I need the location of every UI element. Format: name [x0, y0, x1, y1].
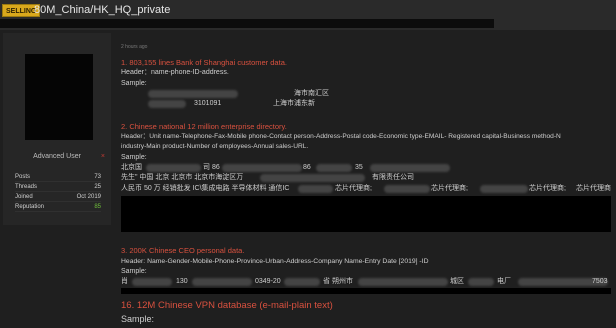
- sample-label: Sample:: [121, 80, 147, 87]
- stat-value: Oct 2019: [76, 194, 101, 200]
- sample-text: 130: [176, 278, 188, 285]
- stat-row-posts: Posts 73: [15, 172, 101, 182]
- stat-row-joined: Joined Oct 2019: [15, 192, 101, 202]
- redacted-text: [480, 185, 528, 193]
- user-stats: Posts 73 Threads 25 Joined Oct 2019 Repu…: [15, 172, 101, 212]
- section-heading: 16. 12M Chinese VPN database (e-mail-pla…: [121, 300, 333, 311]
- stat-value[interactable]: 85: [94, 202, 101, 211]
- redacted-text: [370, 164, 450, 172]
- redacted-text: [222, 164, 302, 172]
- redacted-text: [384, 185, 430, 193]
- redacted-text: [298, 185, 333, 193]
- redaction-box: [121, 196, 611, 232]
- avatar[interactable]: [25, 54, 93, 140]
- sample-text: 7503: [592, 278, 608, 285]
- sample-text: 86: [303, 164, 311, 171]
- redacted-text: [316, 164, 352, 172]
- section-heading: 2. Chinese national 12 million enterpris…: [121, 122, 287, 131]
- post-body: 2 hours ago 1. 803,155 lines Bank of Sha…: [118, 42, 616, 328]
- redacted-text: [358, 278, 448, 286]
- sample-text: 电厂: [497, 278, 511, 285]
- stat-label: Reputation: [15, 204, 45, 210]
- sample-text: 有限责任公司: [372, 174, 414, 181]
- section-heading: 1. 803,155 lines Bank of Shanghai custom…: [121, 58, 287, 67]
- stat-row-reputation: Reputation 85: [15, 202, 101, 212]
- sample-text: 先生" 中国 北京 北京市 北京市海淀区万: [121, 174, 244, 181]
- sample-text: 肖: [121, 278, 128, 285]
- sample-text: 芯片代理商: [576, 185, 611, 192]
- user-rank: Advanced User: [33, 153, 81, 160]
- sample-text: 芯片代理商;: [431, 185, 468, 192]
- stat-value: 25: [94, 184, 101, 190]
- redacted-text: [148, 100, 186, 108]
- sample-label: Sample:: [121, 154, 147, 161]
- sample-text: 海市南汇区: [294, 90, 329, 97]
- section-header: Header：name-phone-ID-address.: [121, 69, 229, 76]
- redacted-text: [260, 174, 365, 182]
- stat-label: Threads: [15, 184, 38, 190]
- thread-header-bar: SELLING 80M_China/HK_HQ_private: [0, 0, 616, 30]
- section-header: Header：Unit name-Telephone-Fax-Mobile ph…: [121, 133, 561, 140]
- redacted-text: [284, 278, 320, 286]
- sample-text: 城区: [450, 278, 464, 285]
- thread-title[interactable]: 80M_China/HK_HQ_private: [34, 3, 170, 18]
- sample-text: 人民币 50 万 经销批发 IC\集成电路 半导体材料 通信IC: [121, 185, 290, 192]
- stat-label: Joined: [15, 194, 33, 200]
- sample-text: 芯片代理商;: [529, 185, 566, 192]
- section-header: Header: Name-Gender-Mobile-Phone-Provinc…: [121, 258, 429, 265]
- redacted-text: [468, 278, 494, 286]
- sample-text: 芯片代理商;: [335, 185, 372, 192]
- section-heading: 3. 200K Chinese CEO personal data.: [121, 246, 245, 255]
- user-sidebar: Advanced User × Posts 73 Threads 25 Join…: [3, 33, 111, 225]
- stat-value: 73: [94, 174, 101, 180]
- sample-text: 司 86: [203, 164, 220, 171]
- sample-text: 0349-20: [255, 278, 281, 285]
- redacted-text: [146, 164, 201, 172]
- sample-text: 上海市浦东新: [273, 100, 315, 107]
- stat-label: Posts: [15, 174, 31, 180]
- sample-text: 北京国: [121, 164, 142, 171]
- sample-text: 3101091: [194, 100, 222, 107]
- redacted-text: [148, 90, 238, 98]
- title-underline-bar: [0, 19, 494, 28]
- redacted-text: [132, 278, 172, 286]
- sample-text: 省 朔州市: [323, 278, 353, 285]
- rank-close-icon: ×: [100, 153, 105, 160]
- stat-row-threads: Threads 25: [15, 182, 101, 192]
- section-header: industry-Main product-Number of employee…: [121, 143, 309, 150]
- sample-text: 35: [355, 164, 363, 171]
- sample-label: Sample:: [121, 268, 147, 275]
- post-date: 2 hours ago: [121, 44, 148, 50]
- redacted-text: [192, 278, 252, 286]
- redaction-box: [121, 288, 611, 294]
- sample-label: Sample:: [121, 314, 155, 324]
